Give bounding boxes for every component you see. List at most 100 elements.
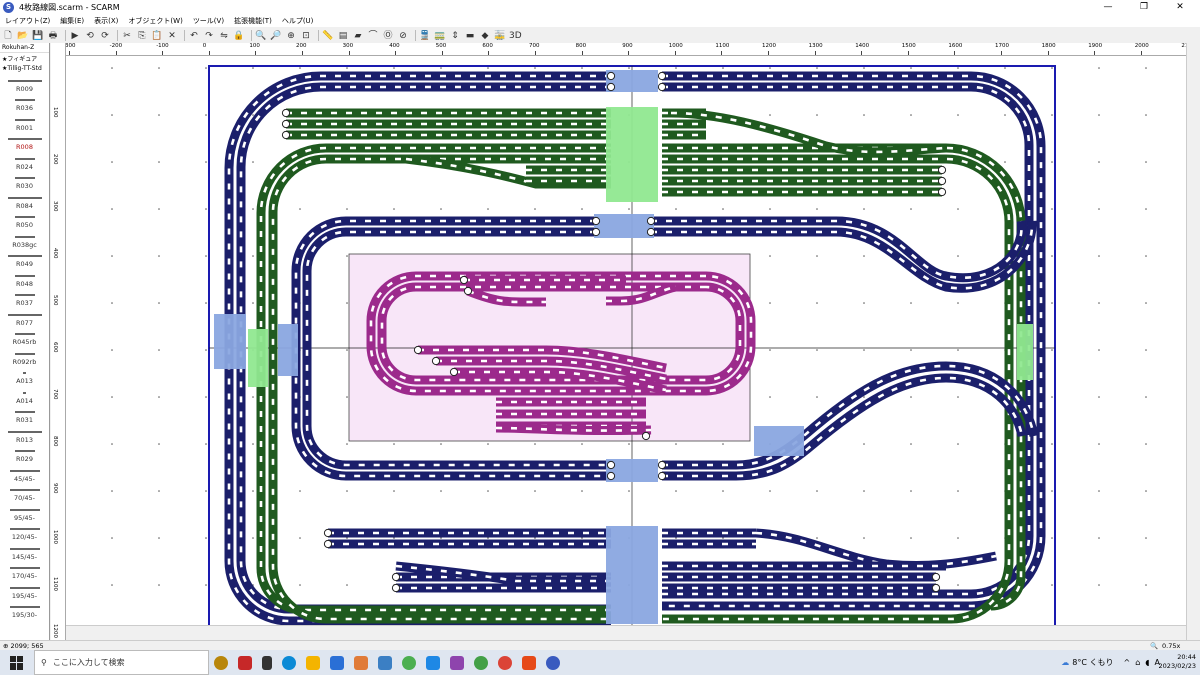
buffer-stop-icon[interactable] — [641, 431, 651, 441]
height-icon[interactable]: ⇕ — [449, 30, 461, 42]
vertical-scrollbar[interactable] — [1186, 43, 1200, 640]
library-item[interactable]: R024 — [0, 151, 49, 171]
buffer-stop-icon[interactable] — [323, 539, 333, 549]
library-item[interactable]: R050 — [0, 210, 49, 229]
ruler-icon[interactable]: 📏 — [322, 30, 334, 42]
open-icon[interactable]: 📂 — [17, 30, 29, 42]
buffer-stop-icon[interactable] — [323, 528, 333, 538]
flip-icon[interactable]: ⇋ — [218, 30, 230, 42]
buffer-stop-icon[interactable] — [937, 176, 947, 186]
car-icon[interactable]: 🚃 — [434, 30, 446, 42]
menu-layout[interactable]: レイアウト(Z) — [0, 16, 55, 26]
signal-icon[interactable]: ⊘ — [397, 30, 409, 42]
buffer-stop-icon[interactable] — [606, 471, 616, 481]
buffer-stop-icon[interactable] — [281, 130, 291, 140]
mail-icon[interactable] — [426, 655, 440, 670]
favorite-item[interactable]: ★Tillig-TT-Std — [0, 64, 49, 73]
wheel-icon[interactable] — [214, 655, 228, 670]
minimize-button[interactable]: — — [1090, 0, 1126, 14]
paste-icon[interactable]: 📋 — [151, 30, 163, 42]
zoom-area-icon[interactable]: ⊕ — [285, 30, 297, 42]
media-icon[interactable] — [354, 655, 368, 670]
zoom-fit-icon[interactable]: ⊡ — [300, 30, 312, 42]
store-icon[interactable] — [330, 655, 344, 670]
edge-icon[interactable] — [282, 655, 296, 670]
library-item[interactable]: 145/45- — [0, 541, 49, 561]
library-item[interactable]: R031 — [0, 405, 49, 424]
redo-icon[interactable]: ⟳ — [99, 30, 111, 42]
library-item[interactable]: A014 — [0, 385, 49, 405]
library-item[interactable]: R084 — [0, 190, 49, 210]
terrain-icon[interactable]: ▰ — [352, 30, 364, 42]
library-item[interactable]: R045rb — [0, 327, 49, 346]
color-icon[interactable]: ▬ — [464, 30, 476, 42]
track-magenta-fan[interactable] — [495, 423, 652, 436]
zoom-out-icon[interactable]: 🔎 — [270, 30, 282, 42]
run-icon[interactable]: ▶ — [69, 30, 81, 42]
menu-edit[interactable]: 編集(E) — [55, 16, 89, 26]
undo-icon[interactable]: ⟲ — [84, 30, 96, 42]
train-icon[interactable]: 🚆 — [419, 30, 431, 42]
buffer-stop-icon[interactable] — [931, 583, 941, 593]
photo-icon[interactable] — [450, 655, 464, 670]
bridge-diagonal[interactable] — [754, 426, 804, 456]
library-item[interactable]: R049 — [0, 249, 49, 268]
task-view-icon[interactable] — [262, 655, 272, 670]
bridge-left[interactable] — [214, 314, 246, 369]
buffer-stop-icon[interactable] — [391, 572, 401, 582]
lock-icon[interactable]: 🔒 — [233, 30, 245, 42]
menu-extensions[interactable]: 拡張機能(T) — [229, 16, 277, 26]
buffer-stop-icon[interactable] — [937, 187, 947, 197]
buffer-stop-icon[interactable] — [591, 216, 601, 226]
windows-start-icon[interactable] — [10, 655, 24, 670]
library-item[interactable]: 95/45- — [0, 502, 49, 522]
library-item[interactable]: 195/45- — [0, 580, 49, 600]
office-icon[interactable] — [522, 655, 536, 670]
track-layout[interactable] — [66, 56, 1186, 636]
copy-icon[interactable]: ⎘ — [136, 30, 148, 42]
menu-view[interactable]: 表示(X) — [89, 16, 123, 26]
menu-tools[interactable]: ツール(V) — [188, 16, 229, 26]
library-item[interactable]: R092rb — [0, 346, 49, 366]
clock[interactable]: 20:44 2023/02/23 — [1159, 653, 1196, 671]
buffer-stop-icon[interactable] — [431, 356, 441, 366]
menu-help[interactable]: ヘルプ(U) — [277, 16, 319, 26]
browser-icon[interactable] — [474, 655, 488, 670]
3d-icon[interactable]: 3D — [509, 30, 522, 42]
tray-chevron-icon[interactable]: ^ — [1124, 658, 1131, 667]
library-item[interactable]: R013 — [0, 424, 49, 444]
library-item[interactable]: R009 — [0, 73, 49, 93]
library-item[interactable]: A013 — [0, 366, 49, 385]
bridge-right-green[interactable] — [1017, 324, 1033, 380]
favorite-item[interactable]: ★フィギュア — [0, 53, 49, 64]
wagon-icon[interactable]: 🚋 — [494, 30, 506, 42]
buffer-stop-icon[interactable] — [657, 471, 667, 481]
library-item[interactable]: R077 — [0, 307, 49, 327]
library-item[interactable]: 70/45- — [0, 483, 49, 502]
save-icon[interactable]: 💾 — [32, 30, 44, 42]
weather-text[interactable]: 8°C くもり — [1072, 657, 1113, 668]
buffer-stop-icon[interactable] — [459, 275, 469, 285]
gift-icon[interactable] — [238, 655, 252, 670]
buffer-stop-icon[interactable] — [931, 572, 941, 582]
taskbar-search[interactable]: ⚲ ここに入力して検索 — [34, 650, 209, 675]
buffer-stop-icon[interactable] — [281, 108, 291, 118]
library-selector[interactable]: Rokuhan-Z — [0, 43, 49, 53]
scarm-icon[interactable] — [546, 655, 560, 670]
library-item[interactable]: 170/45- — [0, 561, 49, 580]
tunnel-icon[interactable]: Ⓞ — [382, 30, 394, 42]
chrome-icon[interactable] — [498, 655, 512, 670]
delete-icon[interactable]: ✕ — [166, 30, 178, 42]
buffer-stop-icon[interactable] — [606, 82, 616, 92]
buffer-stop-icon[interactable] — [937, 165, 947, 175]
library-item[interactable]: 45/45- — [0, 463, 49, 483]
layer-icon[interactable]: ▤ — [337, 30, 349, 42]
buffer-stop-icon[interactable] — [646, 216, 656, 226]
library-item[interactable]: R036 — [0, 93, 49, 112]
buffer-stop-icon[interactable] — [657, 82, 667, 92]
print-icon[interactable]: 🖶 — [47, 30, 59, 42]
close-button[interactable]: ✕ — [1162, 0, 1198, 14]
bridge-left-inner[interactable] — [278, 324, 298, 376]
library-item[interactable]: R001 — [0, 112, 49, 132]
maximize-button[interactable]: ❐ — [1126, 0, 1162, 14]
